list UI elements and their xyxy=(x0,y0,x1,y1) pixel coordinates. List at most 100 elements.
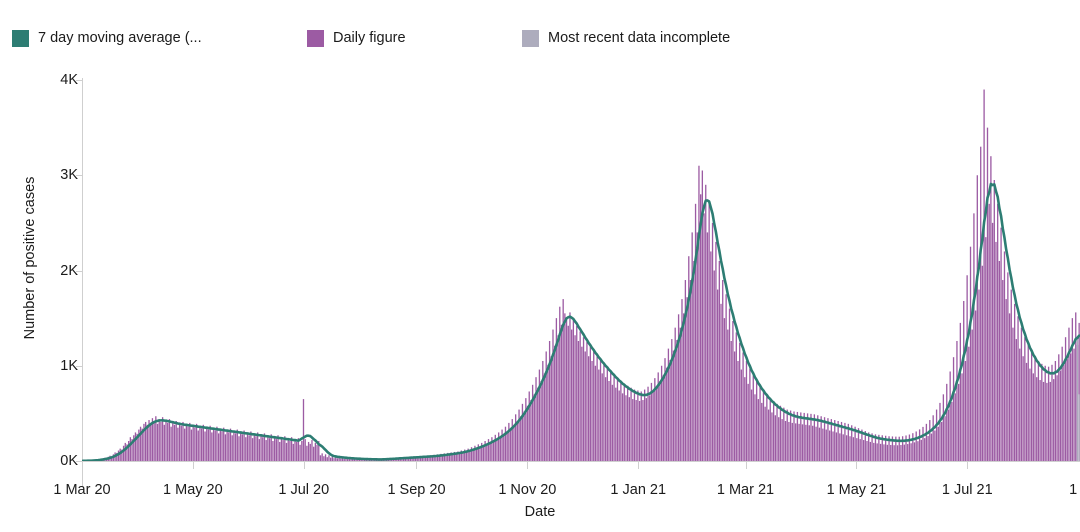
daily-figure-bar[interactable] xyxy=(756,380,758,461)
daily-figure-bar[interactable] xyxy=(961,373,963,461)
daily-figure-bar[interactable] xyxy=(538,369,541,461)
daily-figure-bar[interactable] xyxy=(1044,365,1046,461)
daily-figure-bar[interactable] xyxy=(1071,318,1074,461)
daily-figure-bar[interactable] xyxy=(610,371,612,461)
daily-figure-bar[interactable] xyxy=(939,402,941,461)
daily-figure-bar[interactable] xyxy=(606,367,608,461)
daily-figure-bar[interactable] xyxy=(703,213,705,461)
daily-figure-bar[interactable] xyxy=(742,352,744,461)
daily-figure-bar[interactable] xyxy=(735,332,737,461)
daily-figure-bar[interactable] xyxy=(122,445,125,461)
daily-figure-bar[interactable] xyxy=(956,340,958,461)
daily-figure-bar[interactable] xyxy=(952,357,955,461)
daily-figure-bar[interactable] xyxy=(223,427,225,461)
daily-figure-bar[interactable] xyxy=(1034,356,1036,461)
daily-figure-bar[interactable] xyxy=(632,399,634,461)
daily-figure-bar[interactable] xyxy=(313,446,315,461)
daily-figure-bar[interactable] xyxy=(949,371,951,461)
daily-figure-bar[interactable] xyxy=(694,203,697,461)
daily-figure-bar[interactable] xyxy=(908,434,911,461)
daily-figure-bar[interactable] xyxy=(601,373,603,461)
daily-figure-bar[interactable] xyxy=(917,441,919,461)
daily-figure-bar[interactable] xyxy=(1064,337,1067,461)
daily-figure-bar[interactable] xyxy=(197,430,199,461)
daily-figure-bar[interactable] xyxy=(793,411,795,461)
daily-figure-bar[interactable] xyxy=(224,434,227,461)
daily-figure-bar[interactable] xyxy=(808,425,810,461)
daily-figure-bar[interactable] xyxy=(983,89,985,461)
daily-figure-bar[interactable] xyxy=(270,434,272,461)
daily-figure-bar[interactable] xyxy=(231,435,233,461)
daily-figure-bar[interactable] xyxy=(628,397,631,461)
daily-figure-bar[interactable] xyxy=(275,439,277,461)
daily-figure-bar[interactable] xyxy=(240,432,242,461)
daily-figure-bar[interactable] xyxy=(725,294,727,461)
daily-figure-bar[interactable] xyxy=(737,360,739,461)
daily-figure-bar[interactable] xyxy=(336,458,339,461)
daily-figure-bar[interactable] xyxy=(934,430,936,461)
legend-item-moving-average[interactable]: 7 day moving average (... xyxy=(12,28,202,48)
daily-figure-bar[interactable] xyxy=(803,412,805,461)
daily-figure-bar[interactable] xyxy=(511,419,513,461)
daily-figure-bar[interactable] xyxy=(825,429,827,461)
daily-figure-bar[interactable] xyxy=(526,405,529,461)
daily-figure-bar[interactable] xyxy=(1005,299,1007,461)
daily-figure-bar[interactable] xyxy=(212,428,215,461)
daily-figure-bar[interactable] xyxy=(545,351,547,461)
daily-figure-bar[interactable] xyxy=(820,416,822,461)
daily-figure-bar[interactable] xyxy=(189,422,191,461)
daily-figure-bar[interactable] xyxy=(479,447,481,461)
daily-figure-bar[interactable] xyxy=(716,289,719,461)
daily-figure-bar[interactable] xyxy=(974,310,977,462)
daily-figure-bar[interactable] xyxy=(1007,272,1009,461)
daily-figure-bar[interactable] xyxy=(279,441,281,461)
daily-figure-bar[interactable] xyxy=(209,425,211,461)
daily-figure-bar[interactable] xyxy=(172,422,174,461)
daily-figure-bar[interactable] xyxy=(243,430,245,461)
daily-figure-bar[interactable] xyxy=(221,431,223,461)
daily-figure-bar[interactable] xyxy=(981,265,984,461)
daily-figure-bar[interactable] xyxy=(292,443,294,461)
daily-figure-bar[interactable] xyxy=(163,424,165,461)
daily-figure-bar[interactable] xyxy=(206,427,208,461)
daily-figure-bar[interactable] xyxy=(659,380,661,461)
daily-figure-bar[interactable] xyxy=(482,445,485,461)
daily-figure-bar[interactable] xyxy=(900,445,902,461)
daily-figure-bar[interactable] xyxy=(985,237,987,461)
daily-figure-bar[interactable] xyxy=(937,426,939,461)
daily-figure-bar[interactable] xyxy=(776,403,778,461)
daily-figure-bar[interactable] xyxy=(749,368,751,461)
daily-figure-bar[interactable] xyxy=(282,440,284,461)
daily-figure-bar[interactable] xyxy=(285,442,288,461)
daily-figure-bar[interactable] xyxy=(296,441,298,461)
daily-figure-bar[interactable] xyxy=(584,351,586,461)
daily-figure-bar[interactable] xyxy=(528,391,530,461)
daily-figure-bar[interactable] xyxy=(160,421,162,461)
daily-figure-bar[interactable] xyxy=(343,458,345,461)
daily-figure-bar[interactable] xyxy=(124,442,126,461)
daily-figure-bar[interactable] xyxy=(1075,312,1077,461)
daily-figure-bar[interactable] xyxy=(795,423,797,461)
daily-figure-bar[interactable] xyxy=(333,458,335,461)
daily-figure-bar[interactable] xyxy=(217,433,220,461)
daily-figure-bar[interactable] xyxy=(1019,348,1021,461)
daily-figure-bar[interactable] xyxy=(910,443,912,461)
daily-figure-bar[interactable] xyxy=(1008,313,1011,461)
daily-figure-bar[interactable] xyxy=(1036,377,1038,461)
daily-figure-bar[interactable] xyxy=(873,442,875,461)
daily-figure-bar[interactable] xyxy=(706,232,709,461)
daily-figure-bar[interactable] xyxy=(783,407,785,461)
daily-figure-bar[interactable] xyxy=(932,415,934,461)
daily-figure-bar[interactable] xyxy=(997,203,999,461)
daily-figure-bar[interactable] xyxy=(963,300,965,461)
daily-figure-bar[interactable] xyxy=(299,444,301,461)
daily-figure-bar[interactable] xyxy=(195,423,198,461)
daily-figure-bar[interactable] xyxy=(280,438,283,461)
daily-figure-bar[interactable] xyxy=(711,222,714,461)
daily-figure-bar[interactable] xyxy=(576,325,578,461)
daily-figure-bar[interactable] xyxy=(922,426,924,461)
daily-figure-bar[interactable] xyxy=(201,428,203,461)
daily-figure-bar[interactable] xyxy=(784,421,787,461)
daily-figure-bar[interactable] xyxy=(170,426,172,461)
daily-figure-bar[interactable] xyxy=(666,367,668,461)
